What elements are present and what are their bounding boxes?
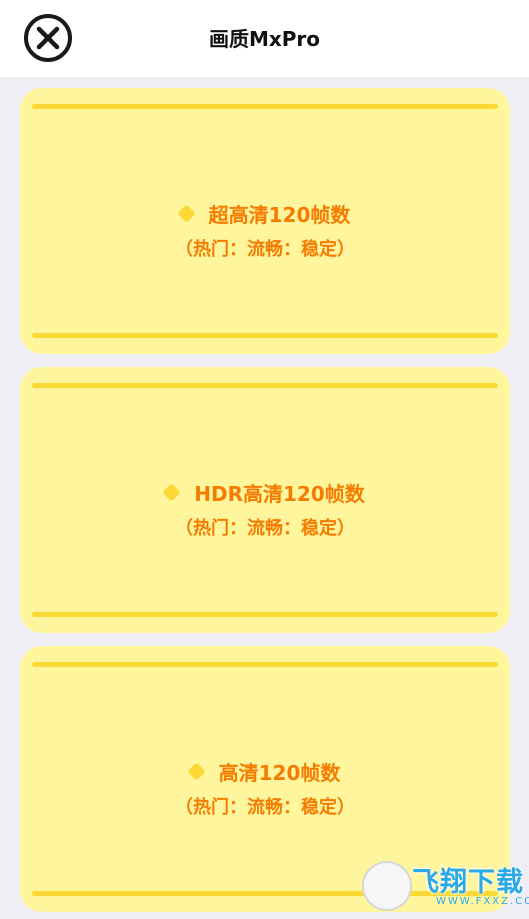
- option-label: 超高清120帧数: [208, 203, 351, 227]
- option-tags: （热门：流畅：稳定）: [175, 797, 355, 818]
- watermark-url: WWW.FXXZ.COM: [436, 896, 529, 907]
- diamond-icon: [176, 204, 196, 223]
- watermark-logo: 飞翔下载 WWW.FXXZ.COM: [362, 858, 529, 914]
- card-top-bar: [32, 383, 498, 388]
- top-bar: 画质MxPro: [0, 0, 529, 77]
- close-icon: [24, 14, 72, 62]
- card-top-bar: [32, 104, 498, 109]
- card-bottom-bar: [32, 612, 498, 617]
- diamond-icon: [162, 483, 181, 502]
- card-bottom-bar: [32, 333, 498, 338]
- page-title: 画质MxPro: [208, 27, 321, 51]
- watermark-emblem-icon: [362, 861, 412, 911]
- option-label: 高清120帧数: [218, 761, 341, 785]
- option-tags: （热门：流畅：稳定）: [175, 239, 355, 260]
- option-card-ultra-hd-120fps[interactable]: 超高清120帧数 （热门：流畅：稳定）: [20, 88, 510, 354]
- diamond-icon: [186, 762, 206, 781]
- option-label: HDR高清120帧数: [194, 482, 365, 506]
- card-top-bar: [32, 662, 498, 667]
- option-card-hdr-hd-120fps[interactable]: HDR高清120帧数 （热门：流畅：稳定）: [20, 367, 510, 633]
- option-tags: （热门：流畅：稳定）: [175, 518, 355, 539]
- watermark-text: 飞翔下载: [412, 867, 524, 898]
- close-button[interactable]: [23, 13, 73, 63]
